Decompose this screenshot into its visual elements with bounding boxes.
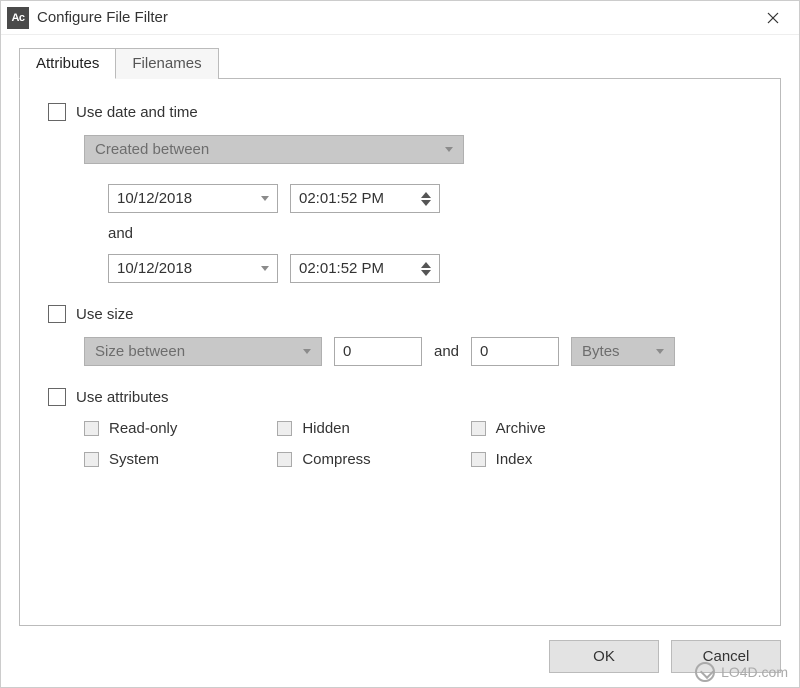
size-mode-select[interactable]: Size between: [84, 337, 322, 366]
size-unit-select[interactable]: Bytes: [571, 337, 675, 366]
chevron-down-icon: [445, 147, 453, 152]
ok-button[interactable]: OK: [549, 640, 659, 673]
system-checkbox[interactable]: [84, 452, 99, 467]
attr-archive: Archive: [471, 420, 644, 437]
archive-label: Archive: [496, 420, 546, 437]
use-date-label: Use date and time: [76, 104, 198, 121]
app-icon: Ac: [7, 7, 29, 29]
size-section: Use size Size between 0 and 0 Bytes: [48, 305, 752, 366]
size-to-input[interactable]: 0: [471, 337, 559, 366]
to-time-value: 02:01:52 PM: [299, 260, 384, 277]
date-and-label: and: [108, 225, 752, 242]
date-mode-label: Created between: [95, 141, 209, 158]
content-area: Attributes Filenames Use date and time C…: [1, 35, 799, 626]
size-from-input[interactable]: 0: [334, 337, 422, 366]
archive-checkbox[interactable]: [471, 421, 486, 436]
readonly-label: Read-only: [109, 420, 177, 437]
tab-panel: Use date and time Created between 10/12/…: [19, 78, 781, 626]
configure-file-filter-window: Ac Configure File Filter Attributes File…: [0, 0, 800, 688]
titlebar: Ac Configure File Filter: [1, 1, 799, 35]
to-date-input[interactable]: 10/12/2018: [108, 254, 278, 283]
use-attributes-checkbox[interactable]: [48, 388, 66, 406]
to-time-spinner: [421, 261, 431, 277]
hidden-label: Hidden: [302, 420, 350, 437]
from-date-input[interactable]: 10/12/2018: [108, 184, 278, 213]
spinner-up-button[interactable]: [421, 192, 431, 198]
to-time-input[interactable]: 02:01:52 PM: [290, 254, 440, 283]
chevron-down-icon: [261, 266, 269, 271]
from-time-input[interactable]: 02:01:52 PM: [290, 184, 440, 213]
hidden-checkbox[interactable]: [277, 421, 292, 436]
system-label: System: [109, 451, 159, 468]
spinner-down-button[interactable]: [421, 200, 431, 206]
use-size-checkbox[interactable]: [48, 305, 66, 323]
cancel-button[interactable]: Cancel: [671, 640, 781, 673]
compress-label: Compress: [302, 451, 370, 468]
attr-readonly: Read-only: [84, 420, 257, 437]
index-checkbox[interactable]: [471, 452, 486, 467]
to-date-value: 10/12/2018: [117, 260, 192, 277]
tab-strip: Attributes Filenames: [19, 47, 781, 78]
use-date-checkbox[interactable]: [48, 103, 66, 121]
chevron-down-icon: [261, 196, 269, 201]
window-title: Configure File Filter: [37, 9, 753, 26]
chevron-down-icon: [656, 349, 664, 354]
spinner-up-button[interactable]: [421, 262, 431, 268]
attr-system: System: [84, 451, 257, 468]
from-date-value: 10/12/2018: [117, 190, 192, 207]
date-time-section: Use date and time Created between 10/12/…: [48, 103, 752, 283]
attr-compress: Compress: [277, 451, 450, 468]
chevron-down-icon: [303, 349, 311, 354]
attr-hidden: Hidden: [277, 420, 450, 437]
index-label: Index: [496, 451, 533, 468]
tab-filenames[interactable]: Filenames: [116, 48, 218, 79]
use-attributes-label: Use attributes: [76, 389, 169, 406]
attributes-section: Use attributes Read-only Hidden Archive: [48, 388, 752, 468]
tab-attributes[interactable]: Attributes: [19, 48, 116, 79]
from-time-spinner: [421, 191, 431, 207]
dialog-buttons: OK Cancel: [1, 626, 799, 687]
close-icon: [767, 12, 779, 24]
use-size-label: Use size: [76, 306, 134, 323]
compress-checkbox[interactable]: [277, 452, 292, 467]
readonly-checkbox[interactable]: [84, 421, 99, 436]
from-time-value: 02:01:52 PM: [299, 190, 384, 207]
size-and-label: and: [434, 343, 459, 360]
date-mode-select[interactable]: Created between: [84, 135, 464, 164]
size-unit-label: Bytes: [582, 343, 620, 360]
size-mode-label: Size between: [95, 343, 185, 360]
spinner-down-button[interactable]: [421, 270, 431, 276]
attr-index: Index: [471, 451, 644, 468]
close-button[interactable]: [753, 4, 793, 32]
